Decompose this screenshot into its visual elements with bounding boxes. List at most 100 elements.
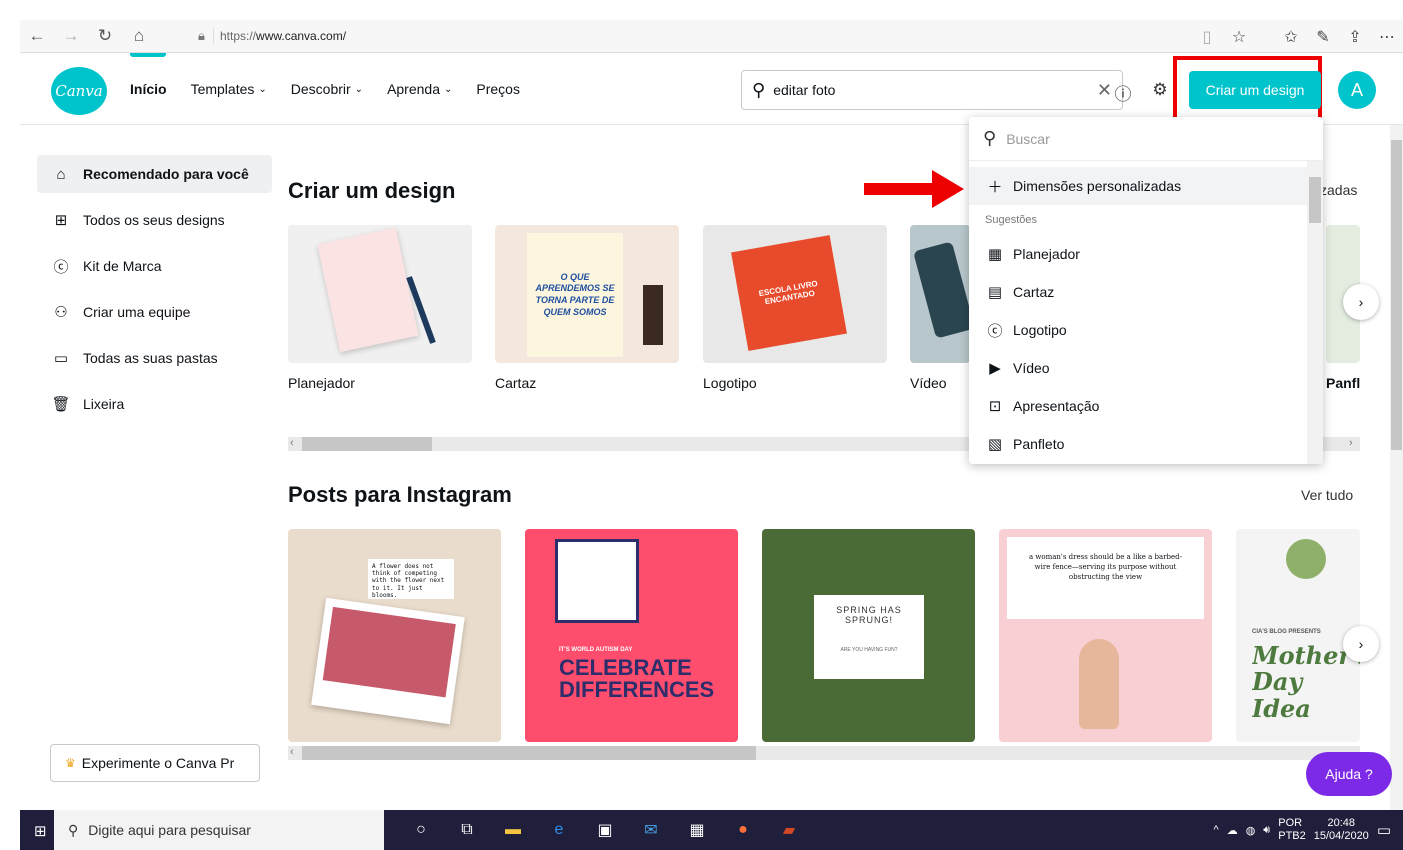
cloud-icon[interactable]: ☁ [1227,824,1238,837]
tray-up-icon[interactable]: ^ [1214,824,1219,836]
more-icon[interactable]: ⋯ [1371,27,1403,47]
sidebar-item-designs[interactable]: ⊞ Todos os seus designs [37,201,272,239]
mail-icon[interactable]: ✉ [628,820,674,840]
pen-icon[interactable]: ✎ [1307,27,1339,47]
windows-start-icon[interactable]: ⊞ [34,822,47,840]
address-bar[interactable]: 🔒︎ https://www.canva.com/ [190,23,1190,49]
page-scrollbar-thumb[interactable] [1391,140,1402,450]
dropdown-item-label: Panfleto [1013,436,1065,452]
insta-card-spring[interactable]: SPRING HAS SPRUNG! ARE YOU HAVING FUN? [762,529,975,742]
dropdown-item-flyer[interactable]: ▧ Panfleto [969,425,1323,463]
section-title-create: Criar um design [288,178,456,203]
dropdown-scrollbar-thumb[interactable] [1309,177,1321,223]
dropdown-item-poster[interactable]: ▤ Cartaz [969,273,1323,311]
menu-descobrir[interactable]: Descobrir ⌄ [291,81,363,97]
insta-card-celebrate[interactable]: IT'S WORLD AUTISM DAY CELEBRATE DIFFEREN… [525,529,738,742]
dropdown-item-presentation[interactable]: ⊡ Apresentação [969,387,1323,425]
scroll-left-icon[interactable]: ‹ [290,746,294,758]
taskbar-apps: ○ ⧉ ▬ e ▣ ✉ ▦ ● ▰ [398,820,812,840]
gear-icon[interactable]: ⚙ [1149,80,1171,102]
menu-label: Templates [190,81,255,97]
dancing-woman-image [1079,639,1119,729]
network-icon[interactable]: ◍ [1246,824,1256,837]
card-label[interactable]: Cartaz [495,375,536,391]
sidebar-item-folders[interactable]: ▭ Todas as suas pastas [37,339,272,377]
insta-card-flower[interactable]: A flower does not think of competing wit… [288,529,501,742]
home-browser-icon[interactable]: ⌂ [122,21,156,51]
volume-icon[interactable]: 🔊︎ [1263,824,1270,837]
scroll-left-icon[interactable]: ‹ [290,437,294,449]
refresh-icon[interactable]: ↻ [88,21,122,51]
language-indicator[interactable]: POR PTB2 [1278,817,1306,843]
sidebar-item-team[interactable]: ⚇ Criar uma equipe [37,293,272,331]
dropdown-item-label: Logotipo [1013,322,1067,338]
custom-dimensions-partial[interactable]: zadas [1320,182,1357,198]
sidebar-item-recommended[interactable]: ⌂ Recomendado para você [37,155,272,193]
calculator-icon[interactable]: ▦ [674,820,720,840]
card-label[interactable]: Logotipo [703,375,757,391]
card-planner[interactable] [288,225,472,363]
insta-card-sub: CIA'S BLOG PRESENTS [1252,629,1321,635]
card-label[interactable]: Panfl [1326,375,1360,391]
reading-view-icon[interactable]: ▯ [1191,27,1223,47]
forward-icon[interactable]: → [54,21,88,51]
powerpoint-icon[interactable]: ▰ [766,820,812,840]
firefox-icon[interactable]: ● [720,821,766,839]
cortana-icon[interactable]: ○ [398,821,444,839]
card-video[interactable] [910,225,970,363]
dropdown-item-logo[interactable]: ⓒ Logotipo [969,311,1323,349]
share-icon[interactable]: ⇪ [1339,27,1371,47]
sidebar-item-trash[interactable]: 🗑︎ Lixeira [37,385,272,423]
insta-card-dress[interactable]: a woman's dress should be a like a barbe… [999,529,1212,742]
notification-icon[interactable]: ▭ [1377,821,1391,839]
poster-icon: ▤ [987,284,1003,301]
task-view-icon[interactable]: ⧉ [444,821,490,839]
scrollbar-thumb[interactable] [302,437,432,451]
menu-templates[interactable]: Templates ⌄ [191,81,267,97]
menu-inicio[interactable]: Início [130,81,167,97]
add-team-icon: ⚇ [54,304,68,321]
help-circle-icon[interactable]: ⓘ [1112,80,1134,104]
menu-precos[interactable]: Preços [476,81,520,97]
dropdown-search-input[interactable]: ⚲ Buscar [969,117,1323,161]
main-menu: Início Templates ⌄ Descobrir ⌄ Aprenda ⌄ Pr… [130,81,544,97]
file-explorer-icon[interactable]: ▬ [490,821,536,839]
taskbar-search-input[interactable]: ⚲ Digite aqui para pesquisar [54,810,384,850]
dropdown-item-video[interactable]: ▶ Vídeo [969,349,1323,387]
try-pro-button[interactable]: ♛ Experimente o Canva Pr [50,744,260,782]
favorite-star-icon[interactable]: ☆ [1223,27,1255,47]
search-value: editar foto [773,82,836,98]
avatar[interactable]: A [1338,71,1376,109]
section-title-instagram: Posts para Instagram [288,482,512,507]
menu-aprenda[interactable]: Aprenda ⌄ [387,81,452,97]
active-tab-indicator [130,53,166,57]
insta-card-mothers-day[interactable]: CIA'S BLOG PRESENTS Mother's Day Idea [1236,529,1360,742]
clear-icon[interactable]: ✕ [1097,80,1112,101]
card-label[interactable]: Planejador [288,375,355,391]
plant-image [1286,539,1326,579]
menu-label: Preços [476,81,520,97]
create-design-button[interactable]: Criar um design [1189,71,1321,109]
insta-card-quote: a woman's dress should be a like a barbe… [1007,537,1204,619]
scroll-right-icon[interactable]: › [1349,437,1353,449]
store-icon[interactable]: ▣ [582,820,628,840]
dropdown-item-planner[interactable]: ▦ Planejador [969,235,1323,273]
help-button[interactable]: Ajuda ? [1306,752,1392,796]
language-code: POR [1278,816,1303,829]
sidebar-item-brand-kit[interactable]: ⓒ Kit de Marca [37,247,272,285]
scrollbar-thumb[interactable] [302,746,756,760]
card-logo[interactable]: ESCOLA LIVRO ENCANTADO [703,225,887,363]
card-poster[interactable]: O QUE APRENDEMOS SE TORNA PARTE DE QUEM … [495,225,679,363]
favorites-list-icon[interactable]: ✩ [1275,27,1307,47]
edge-browser-icon[interactable]: e [536,821,582,839]
next-arrow-icon[interactable]: › [1343,284,1379,320]
clock[interactable]: 20:48 15/04/2020 [1314,817,1369,843]
see-all-link[interactable]: Ver tudo [1301,487,1353,503]
canva-logo[interactable]: Canva [51,67,107,115]
card-label[interactable]: Vídeo [910,375,947,391]
back-icon[interactable]: ← [20,21,54,51]
dropdown-custom-dimensions[interactable]: ＋ Dimensões personalizadas [969,167,1323,205]
next-arrow-icon[interactable]: › [1343,626,1379,662]
search-input[interactable]: ⚲ editar foto ✕ [741,70,1123,110]
menu-label: Início [130,81,167,97]
